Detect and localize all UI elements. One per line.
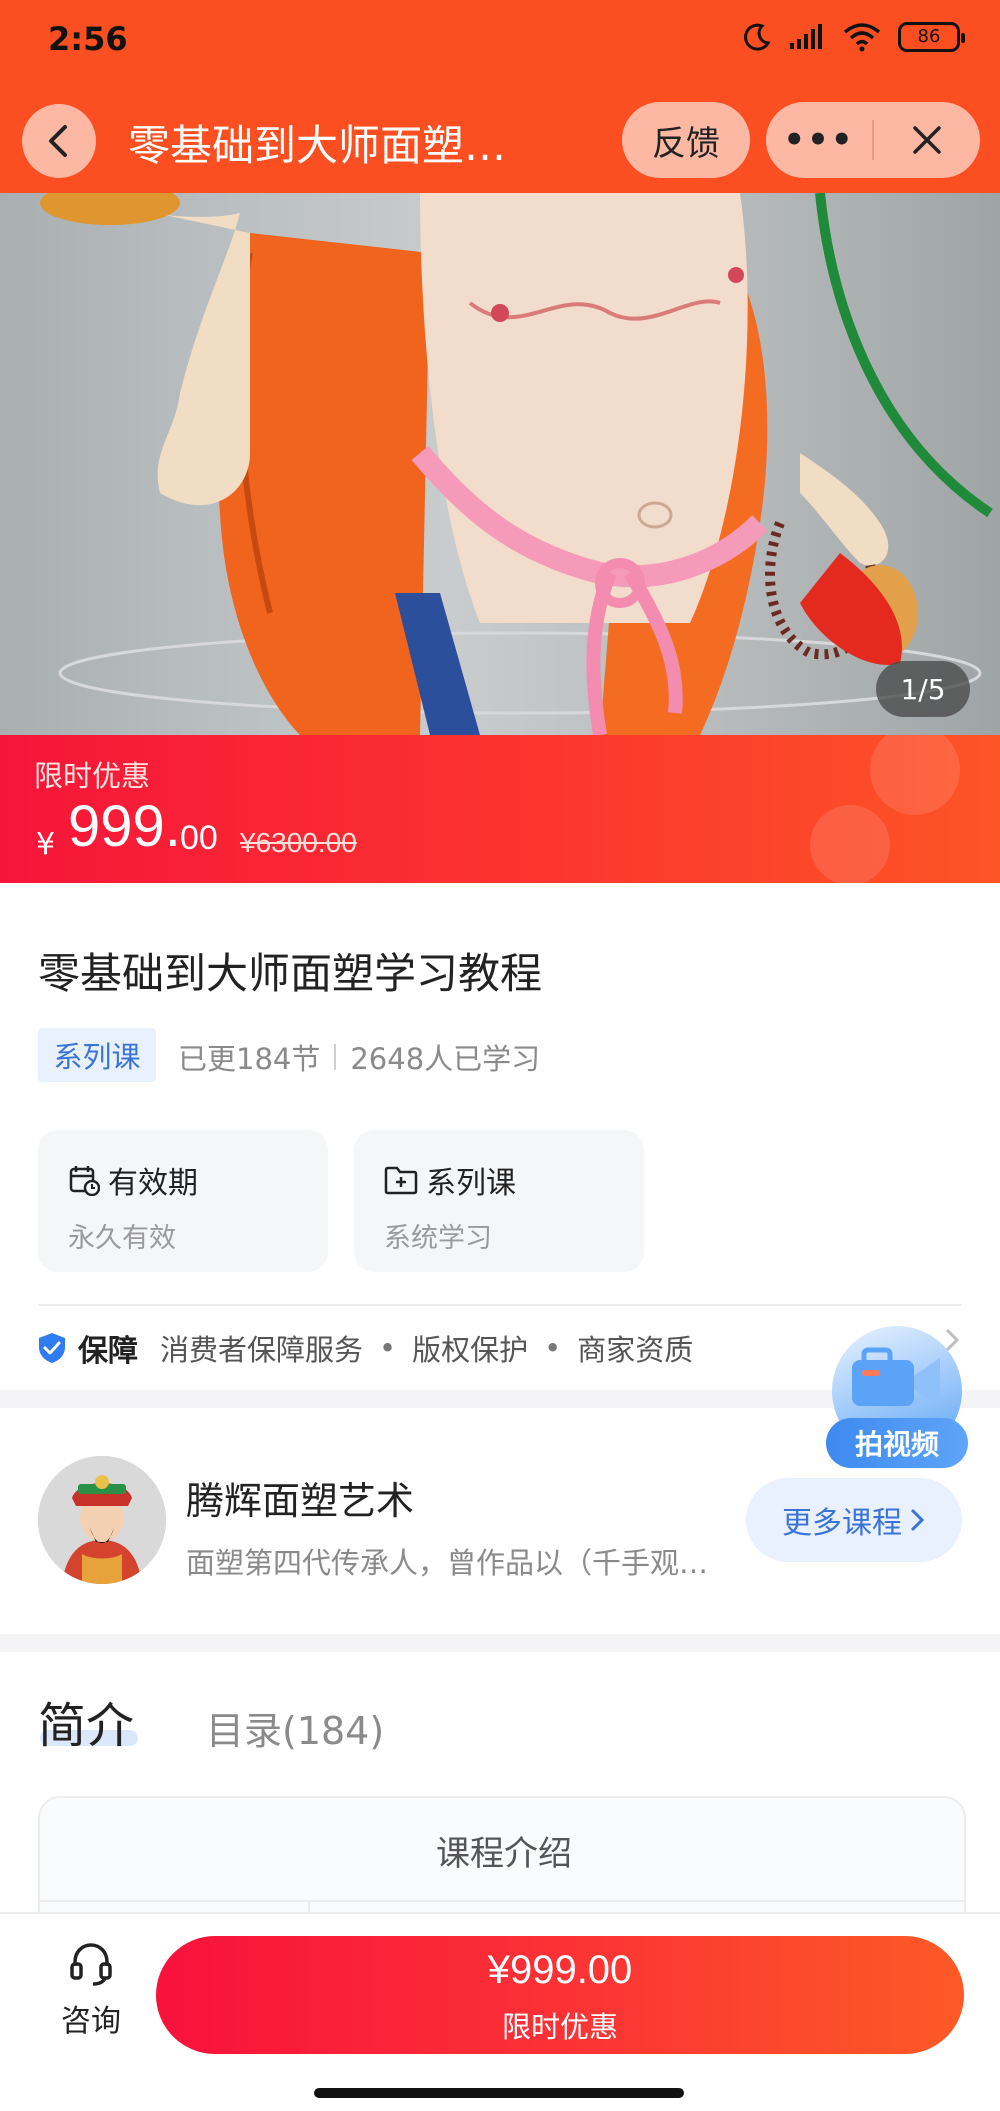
hero-image-carousel[interactable]: 1/5 xyxy=(0,193,1000,735)
mini-program-capsule: ••• xyxy=(766,102,980,178)
buy-price: ¥999.00 xyxy=(487,1948,633,1992)
tab-catalog[interactable]: 目录(184) xyxy=(206,1700,384,1755)
video-camera-icon xyxy=(852,1347,940,1406)
author-name[interactable]: 腾辉面塑艺术 xyxy=(186,1470,414,1525)
shoot-video-float-button[interactable]: 拍视频 xyxy=(826,1318,968,1468)
guarantee-item: 版权保护 xyxy=(412,1333,529,1367)
status-icons: 86 xyxy=(742,22,965,52)
validity-card-title: 有效期 xyxy=(68,1158,198,1202)
author-description: 面塑第四代传承人，曾作品以（千手观… xyxy=(186,1546,709,1580)
more-button[interactable]: ••• xyxy=(766,102,872,178)
consult-button[interactable]: 咨询 xyxy=(54,1940,128,2040)
avatar-image xyxy=(38,1456,166,1584)
float-badge-label: 拍视频 xyxy=(826,1418,968,1468)
back-button[interactable] xyxy=(22,104,96,178)
guarantee-item: 消费者保障服务 xyxy=(160,1333,364,1367)
divider xyxy=(38,1304,962,1306)
status-time: 2:56 xyxy=(48,20,128,58)
original-price: ¥6300.00 xyxy=(240,827,357,858)
image-counter: 1/5 xyxy=(876,661,970,717)
battery-icon: 86 xyxy=(898,22,965,52)
top-bar: 2:56 86 零基础到大师面塑… 反馈 ••• xyxy=(0,0,1000,193)
close-icon xyxy=(913,126,941,154)
close-button[interactable] xyxy=(874,102,980,178)
series-card-title: 系列课 xyxy=(384,1158,516,1202)
avatar[interactable] xyxy=(38,1456,166,1584)
price-integer: 999. xyxy=(68,794,181,859)
guarantee-item: 商家资质 xyxy=(577,1333,694,1367)
folder-plus-icon xyxy=(384,1166,418,1195)
series-title: 系列课 xyxy=(426,1166,516,1201)
shield-check-icon xyxy=(39,1333,65,1363)
page-title: 零基础到大师面塑… xyxy=(128,121,507,170)
buy-label: 限时优惠 xyxy=(501,2010,618,2044)
series-card: 系列课 系统学习 xyxy=(354,1130,644,1272)
nav-header: 零基础到大师面塑… 反馈 ••• xyxy=(0,100,1000,180)
status-bar: 2:56 86 xyxy=(0,0,1000,80)
course-type-tag: 系列课 xyxy=(38,1028,156,1082)
course-intro-heading: 课程介绍 xyxy=(436,1834,572,1874)
currency-symbol: ¥ xyxy=(36,827,56,862)
chevron-left-icon xyxy=(49,125,67,157)
section-gap xyxy=(0,1634,1000,1652)
intro-box-divider xyxy=(40,1900,964,1902)
more-courses-label: 更多课程 xyxy=(782,1506,902,1541)
price-banner: 限时优惠 ¥ 999. 00 ¥6300.00 xyxy=(0,735,1000,883)
decor-bubble xyxy=(810,805,890,883)
moon-icon xyxy=(744,23,771,51)
guarantee-row[interactable]: 保障 消费者保障服务 • 版权保护 • 商家资质 xyxy=(36,1326,693,1370)
promo-label: 限时优惠 xyxy=(34,759,151,793)
chevron-right-icon xyxy=(910,1508,925,1532)
home-indicator[interactable] xyxy=(314,2088,684,2098)
course-title: 零基础到大师面塑学习教程 xyxy=(38,949,543,998)
price-decimal: 00 xyxy=(180,819,218,857)
course-meta: 已更184节 2648人已学习 xyxy=(178,1036,540,1078)
feedback-button[interactable]: 反馈 xyxy=(622,102,750,178)
calendar-clock-icon xyxy=(69,1166,100,1196)
bullet-separator: • xyxy=(379,1331,397,1365)
series-subtitle: 系统学习 xyxy=(384,1223,492,1254)
validity-title: 有效期 xyxy=(108,1166,198,1201)
guarantee-title: 保障 xyxy=(78,1334,138,1369)
consult-label: 咨询 xyxy=(61,2004,121,2039)
lessons-updated: 已更184节 xyxy=(178,1042,321,1076)
bullet-separator: • xyxy=(544,1331,562,1365)
more-courses-button[interactable]: 更多课程 xyxy=(746,1478,962,1562)
learner-count: 2648人已学习 xyxy=(350,1042,541,1076)
buy-button[interactable]: ¥999.00 限时优惠 xyxy=(156,1936,964,2054)
validity-subtitle: 永久有效 xyxy=(68,1223,176,1254)
decor-bubble xyxy=(870,735,960,815)
bottom-action-bar: 咨询 ¥999.00 限时优惠 xyxy=(0,1912,1000,2111)
signal-icon xyxy=(790,24,822,49)
tab-intro[interactable]: 简介 xyxy=(38,1686,134,1756)
hero-image xyxy=(40,193,993,735)
headset-icon xyxy=(70,1943,112,1986)
validity-card: 有效期 永久有效 xyxy=(38,1130,328,1272)
wifi-icon xyxy=(843,23,881,52)
meta-divider xyxy=(334,1044,337,1070)
